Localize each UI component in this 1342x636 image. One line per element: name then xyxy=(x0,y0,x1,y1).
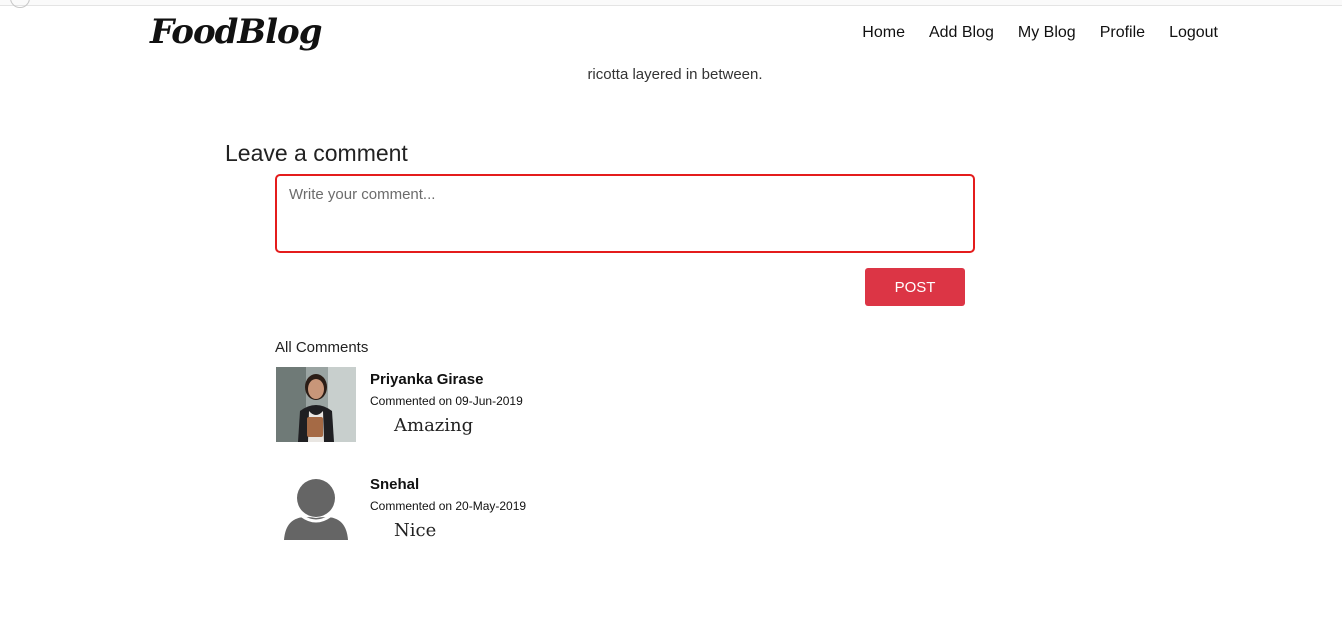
default-user-icon xyxy=(276,472,356,547)
comment-item: Snehal Commented on 20-May-2019 Nice xyxy=(276,472,776,562)
all-comments-heading: All Comments xyxy=(275,339,369,356)
comment-item: Priyanka Girase Commented on 09-Jun-2019… xyxy=(276,367,776,457)
comment-date: Commented on 09-Jun-2019 xyxy=(370,394,523,408)
nav-links: Home Add Blog My Blog Profile Logout xyxy=(862,24,1218,42)
comment-text: Amazing xyxy=(394,415,474,436)
site-logo[interactable]: FoodBlog xyxy=(150,12,323,52)
comment-author: Priyanka Girase xyxy=(370,371,484,388)
nav-profile-link[interactable]: Profile xyxy=(1100,24,1145,42)
post-button[interactable]: POST xyxy=(865,268,965,306)
user-photo-avatar xyxy=(276,367,356,442)
comment-input[interactable] xyxy=(275,174,975,253)
navbar: FoodBlog Home Add Blog My Blog Profile L… xyxy=(0,6,1342,62)
nav-home-link[interactable]: Home xyxy=(862,24,905,42)
comment-author: Snehal xyxy=(370,476,420,493)
nav-add-blog-link[interactable]: Add Blog xyxy=(929,24,994,42)
nav-logout-link[interactable]: Logout xyxy=(1169,24,1218,42)
comment-text: Nice xyxy=(394,520,437,541)
comment-date: Commented on 20-May-2019 xyxy=(370,499,527,513)
article-text: ricotta layered in between. xyxy=(587,66,763,83)
comment-form-title: Leave a comment xyxy=(225,140,408,166)
nav-my-blog-link[interactable]: My Blog xyxy=(1018,24,1076,42)
